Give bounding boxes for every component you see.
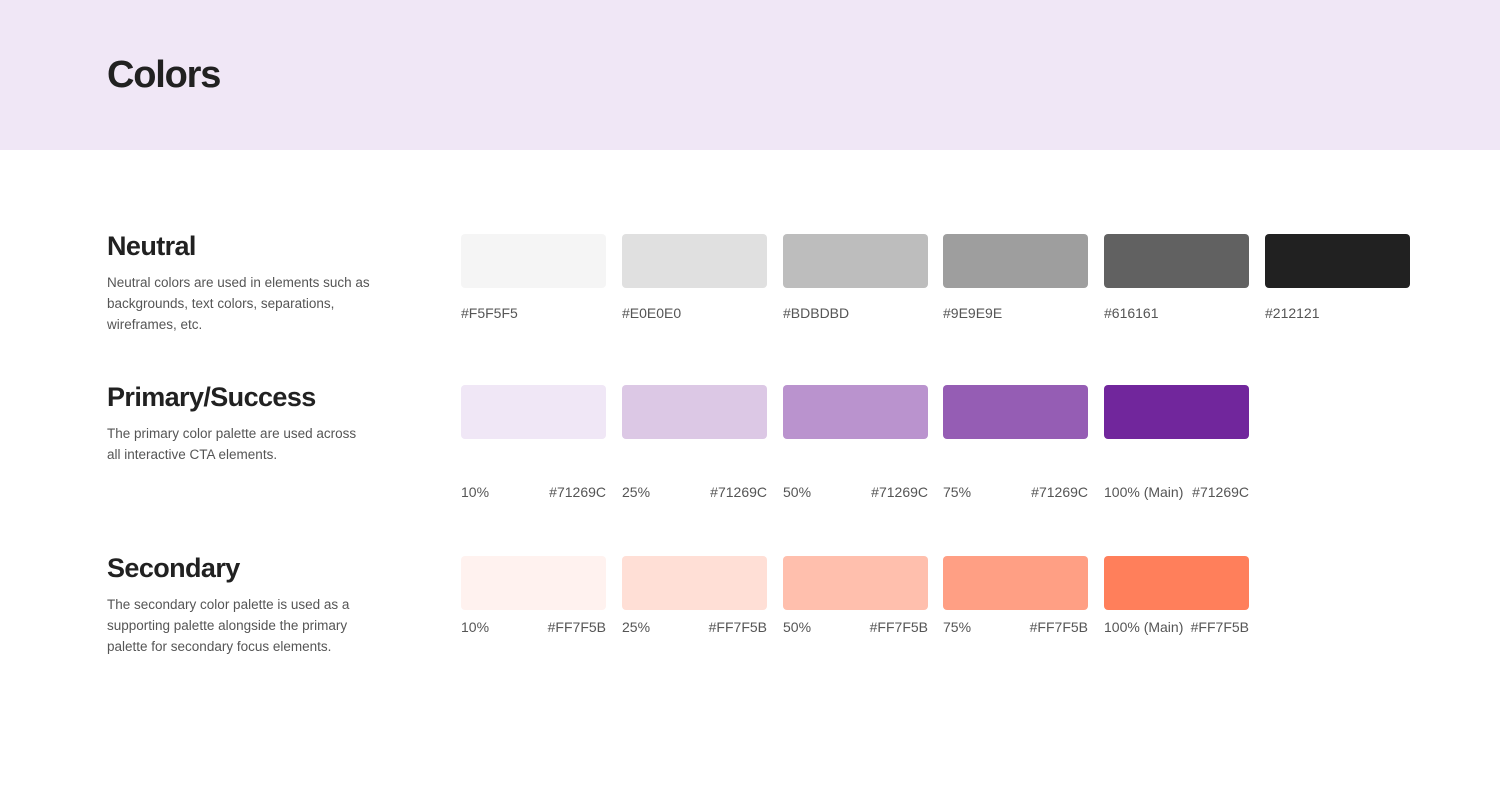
hex-code: #BDBDBD [783,305,850,321]
section-description-neutral: Neutral colors are used in elements such… [107,275,370,332]
shade-percent: 100% (Main) [1104,619,1184,635]
neutral-swatch-item: #9E9E9E [943,234,1088,321]
hex-code: #71269C [549,484,606,500]
primary-swatch-item: 25% #71269C [622,385,767,500]
color-swatch [1104,385,1249,439]
hex-code: #FF7F5B [1029,619,1088,635]
color-swatch [1104,234,1249,288]
color-swatch [943,556,1088,610]
color-swatch [622,385,767,439]
color-swatch [783,556,928,610]
shade-percent: 75% [943,619,972,635]
primary-swatch-item: 75% #71269C [943,385,1088,500]
color-swatch [461,385,606,439]
hex-code: #71269C [1192,484,1249,500]
secondary-swatch-item: 50% #FF7F5B [783,556,928,635]
neutral-swatch-item: #616161 [1104,234,1249,321]
hex-code: #71269C [871,484,928,500]
secondary-swatch-item: 75% #FF7F5B [943,556,1088,635]
shade-percent: 25% [622,484,651,500]
hex-code: #FF7F5B [547,619,606,635]
shade-percent: 10% [461,484,490,500]
section-title-primary: Primary/Success [107,382,316,412]
hex-code: #E0E0E0 [622,305,682,321]
neutral-swatch-item: #F5F5F5 [461,234,606,321]
hex-code: #FF7F5B [869,619,928,635]
color-swatch [622,234,767,288]
hex-code: #71269C [710,484,767,500]
section-description-primary: The primary color palette are used acros… [107,426,357,462]
neutral-swatch-item: #E0E0E0 [622,234,767,321]
secondary-swatch-item: 100% (Main) #FF7F5B [1104,556,1249,635]
primary-swatch-item: 10% #71269C [461,385,606,500]
color-swatch [1104,556,1249,610]
hex-code: #FF7F5B [708,619,767,635]
page-title: Colors [107,54,221,96]
hex-code: #9E9E9E [943,305,1003,321]
shade-percent: 100% (Main) [1104,484,1184,500]
color-swatch [943,234,1088,288]
hex-code: #71269C [1031,484,1088,500]
color-swatch [783,385,928,439]
color-swatch [461,556,606,610]
secondary-swatch-item: 10% #FF7F5B [461,556,606,635]
shade-percent: 75% [943,484,972,500]
section-title-neutral: Neutral [107,231,196,261]
primary-swatch-item: 50% #71269C [783,385,928,500]
page-header: Colors [0,0,1500,150]
secondary-swatch-item: 25% #FF7F5B [622,556,767,635]
hex-code: #F5F5F5 [461,305,518,321]
hex-code: #212121 [1265,305,1320,321]
color-swatch [461,234,606,288]
section-title-secondary: Secondary [107,553,240,583]
shade-percent: 50% [783,484,812,500]
neutral-swatch-item: #212121 [1265,234,1410,321]
primary-swatch-item: 100% (Main) #71269C [1104,385,1249,500]
shade-percent: 25% [622,619,651,635]
section-description-secondary: The secondary color palette is used as a… [107,597,350,654]
color-swatch [943,385,1088,439]
hex-code: #616161 [1104,305,1159,321]
hex-code: #FF7F5B [1190,619,1249,635]
color-swatch [1265,234,1410,288]
color-swatch [783,234,928,288]
neutral-swatch-item: #BDBDBD [783,234,928,321]
color-swatch [622,556,767,610]
shade-percent: 10% [461,619,490,635]
shade-percent: 50% [783,619,812,635]
